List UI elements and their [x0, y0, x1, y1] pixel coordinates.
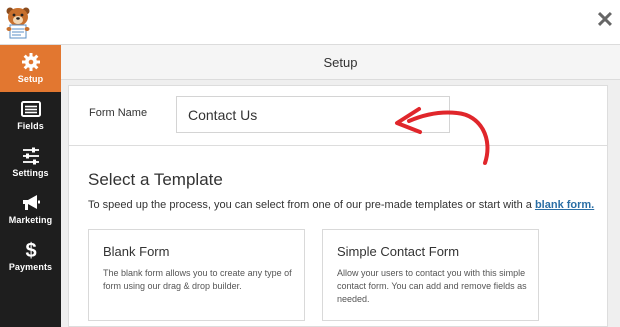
- sidebar-item-setup[interactable]: Setup: [0, 45, 61, 92]
- template-card-title: Simple Contact Form: [337, 244, 460, 259]
- sidebar-item-label: Setup: [17, 74, 44, 84]
- select-template-heading: Select a Template: [88, 170, 223, 189]
- sidebar-item-fields[interactable]: Fields: [0, 92, 61, 139]
- main-content: Form Name Select a Template To speed up …: [61, 80, 620, 327]
- page-title: Setup: [323, 55, 358, 70]
- select-template-description: To speed up the process, you can select …: [88, 199, 594, 211]
- sidebar-item-label: Settings: [12, 168, 49, 178]
- annotation-arrow-icon: [395, 107, 490, 165]
- description-text: To speed up the process, you can select …: [88, 199, 535, 211]
- form-name-row: Form Name: [69, 86, 607, 146]
- template-card-description: The blank form allows you to create any …: [103, 268, 292, 291]
- svg-text:$: $: [25, 240, 36, 260]
- sidebar-item-label: Fields: [17, 121, 44, 131]
- dollar-icon: $: [25, 240, 36, 260]
- builder-sidebar: Setup Fields Settings Marketing $ Paymen…: [0, 45, 61, 327]
- sidebar-item-label: Marketing: [8, 215, 53, 225]
- blank-form-link[interactable]: blank form.: [535, 199, 594, 211]
- sidebar-item-payments[interactable]: $ Payments: [0, 233, 61, 280]
- template-card-title: Blank Form: [103, 244, 170, 259]
- megaphone-icon: [22, 195, 40, 210]
- close-icon[interactable]: ✕: [595, 9, 615, 31]
- sidebar-item-settings[interactable]: Settings: [0, 139, 61, 186]
- bear-mascot-logo-icon: [6, 7, 30, 39]
- sliders-icon: [22, 147, 39, 165]
- gear-icon: [21, 53, 40, 71]
- setup-panel: Form Name Select a Template To speed up …: [68, 85, 608, 327]
- template-card-simple-contact-form[interactable]: Simple Contact Form Allow your users to …: [322, 229, 539, 321]
- template-card-blank-form[interactable]: Blank Form The blank form allows you to …: [88, 229, 305, 321]
- list-icon: [20, 101, 41, 117]
- top-header: ✕: [0, 0, 620, 45]
- sidebar-item-label: Payments: [8, 262, 53, 272]
- form-name-label: Form Name: [89, 107, 148, 119]
- sidebar-item-marketing[interactable]: Marketing: [0, 186, 61, 233]
- template-card-description: Allow your users to contact you with thi…: [337, 268, 527, 304]
- setup-title-bar: Setup: [61, 45, 620, 80]
